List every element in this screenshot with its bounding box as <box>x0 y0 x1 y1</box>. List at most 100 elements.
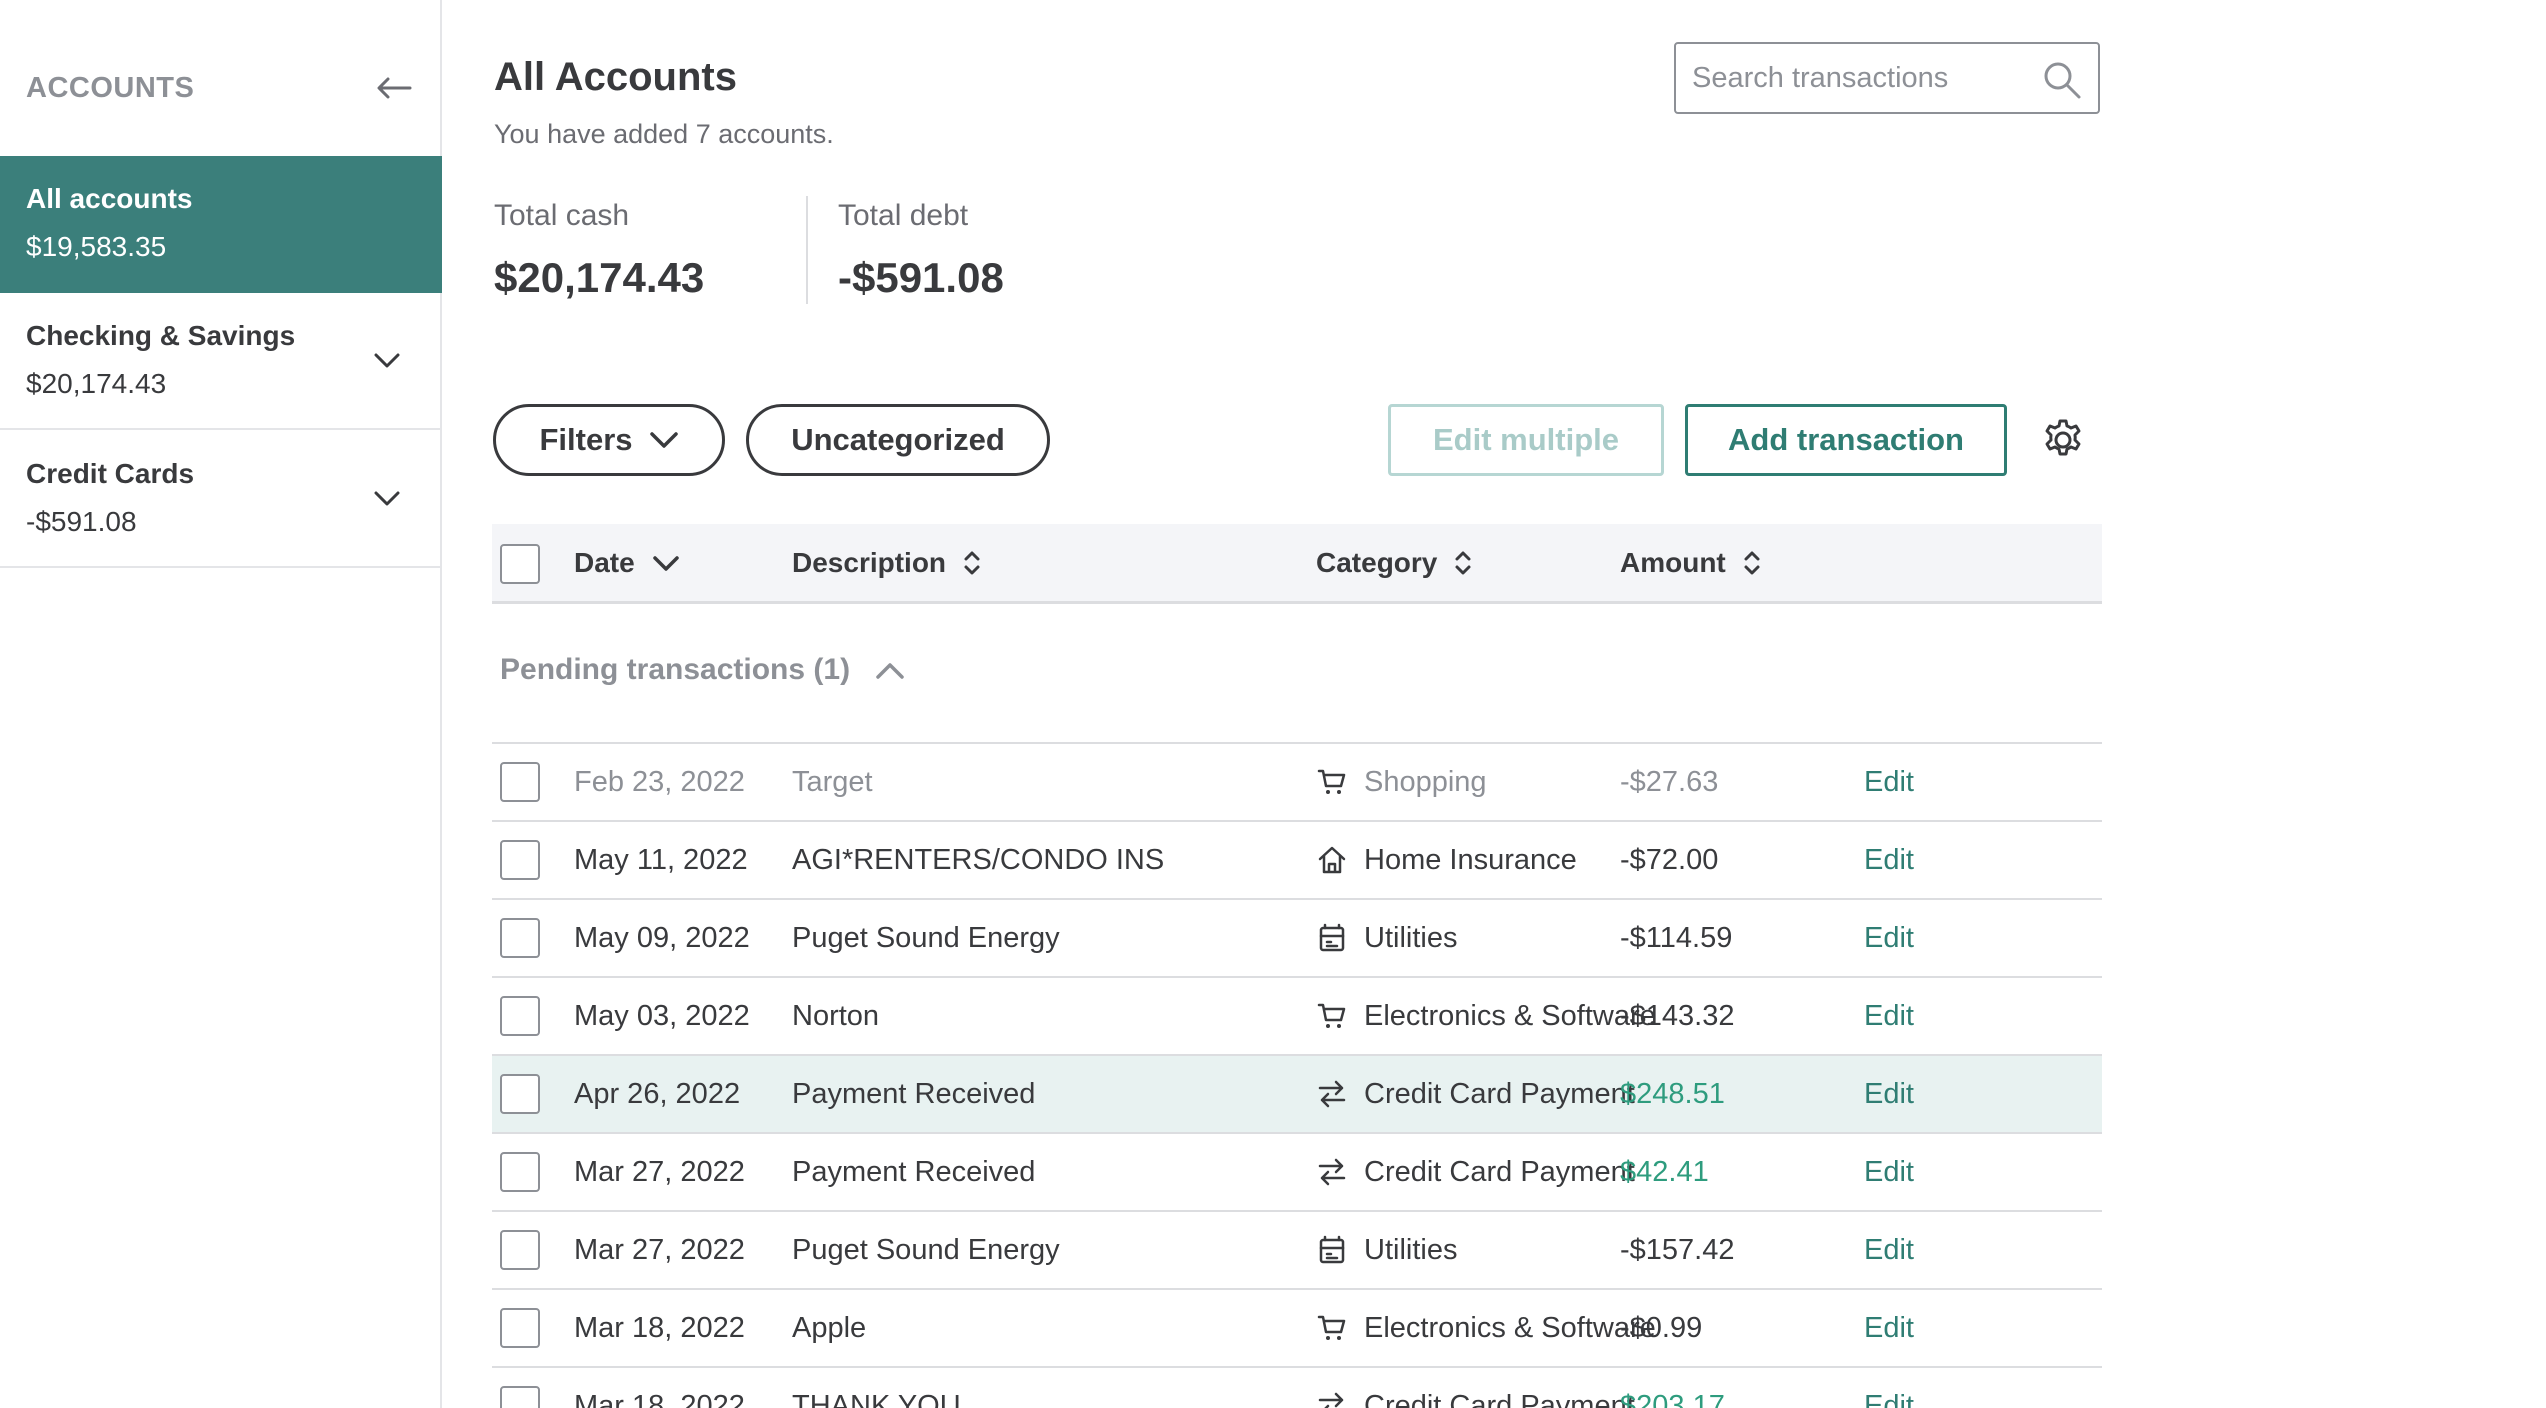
row-date: Mar 27, 2022 <box>574 1234 745 1266</box>
filters-label: Filters <box>539 422 633 457</box>
column-header-amount[interactable]: Amount <box>1620 524 1762 602</box>
row-date: May 09, 2022 <box>574 922 750 954</box>
row-amount: -$27.63 <box>1620 766 1719 798</box>
sidebar-item-credit-cards[interactable]: Credit Cards -$591.08 <box>0 431 442 568</box>
chevron-down-icon[interactable] <box>372 345 402 375</box>
row-category-label: Credit Card Payment <box>1364 1390 1635 1408</box>
add-transaction-button[interactable]: Add transaction <box>1685 404 2007 476</box>
row-checkbox[interactable] <box>500 762 540 802</box>
row-description: Target <box>792 766 873 798</box>
pending-label: Pending transactions (1) <box>500 653 851 686</box>
total-cash-stat: Total cash $20,174.43 <box>494 196 704 304</box>
table-row[interactable]: Mar 27, 2022 Puget Sound Energy Utilities -… <box>492 1212 2102 1290</box>
edit-multiple-button[interactable]: Edit multiple <box>1388 404 1664 476</box>
table-row[interactable]: May 11, 2022 AGI*RENTERS/CONDO INS Home In… <box>492 822 2102 900</box>
row-checkbox[interactable] <box>500 996 540 1036</box>
select-all-checkbox[interactable] <box>500 544 540 584</box>
edit-link[interactable]: Edit <box>1864 1056 1914 1132</box>
row-amount: $203.17 <box>1620 1390 1725 1408</box>
chevron-down-icon[interactable] <box>372 483 402 513</box>
table-row[interactable]: Mar 18, 2022 THANK YOU Credit Card Payment… <box>492 1368 2102 1408</box>
edit-link[interactable]: Edit <box>1864 744 1914 820</box>
row-category: Credit Card Payment <box>1316 1134 1635 1210</box>
gear-icon[interactable] <box>2040 417 2086 463</box>
column-label: Category <box>1316 547 1438 578</box>
row-category: Shopping <box>1316 744 1487 820</box>
edit-link[interactable]: Edit <box>1864 822 1914 898</box>
row-checkbox[interactable] <box>500 1074 540 1114</box>
column-label: Amount <box>1620 547 1726 578</box>
column-label: Date <box>574 547 635 578</box>
table-row[interactable]: Feb 23, 2022 Target Shopping -$27.63 Edit <box>492 744 2102 822</box>
row-description: Puget Sound Energy <box>792 922 1060 954</box>
table-row[interactable]: May 09, 2022 Puget Sound Energy Utilities -… <box>492 900 2102 978</box>
chevron-down-icon <box>649 430 679 450</box>
row-category-label: Utilities <box>1364 1234 1458 1266</box>
row-date: Mar 18, 2022 <box>574 1312 745 1344</box>
accounts-sidebar: ACCOUNTS All accounts $19,583.35 Checkin… <box>0 0 442 1408</box>
row-date: Mar 18, 2022 <box>574 1390 745 1408</box>
row-description: AGI*RENTERS/CONDO INS <box>792 844 1165 876</box>
cart-icon <box>1316 766 1348 798</box>
sort-icon <box>1453 549 1473 577</box>
edit-link[interactable]: Edit <box>1864 1290 1914 1366</box>
table-row[interactable]: May 03, 2022 Norton Electronics & Software… <box>492 978 2102 1056</box>
row-checkbox[interactable] <box>500 918 540 958</box>
search-input[interactable] <box>1692 44 2032 112</box>
edit-link[interactable]: Edit <box>1864 978 1914 1054</box>
row-description: Norton <box>792 1000 880 1032</box>
uncategorized-button[interactable]: Uncategorized <box>746 404 1050 476</box>
row-checkbox[interactable] <box>500 1308 540 1348</box>
collapse-arrow-icon[interactable] <box>372 70 416 106</box>
row-category-label: Home Insurance <box>1364 844 1577 876</box>
row-checkbox[interactable] <box>500 1230 540 1270</box>
row-date: May 11, 2022 <box>574 844 748 876</box>
sidebar-item-checking-savings[interactable]: Checking & Savings $20,174.43 <box>0 293 442 430</box>
utilities-icon <box>1316 1234 1348 1266</box>
column-header-date[interactable]: Date <box>574 524 681 602</box>
edit-multiple-label: Edit multiple <box>1433 422 1619 457</box>
edit-link[interactable]: Edit <box>1864 900 1914 976</box>
row-amount: -$143.32 <box>1620 1000 1735 1032</box>
table-row[interactable]: Mar 27, 2022 Payment Received Credit Card … <box>492 1134 2102 1212</box>
row-checkbox[interactable] <box>500 840 540 880</box>
row-category-label: Shopping <box>1364 766 1487 798</box>
transfer-icon <box>1316 1390 1348 1408</box>
total-debt-stat: Total debt -$591.08 <box>838 196 1004 304</box>
row-description: Payment Received <box>792 1156 1036 1188</box>
row-amount: $42.41 <box>1620 1156 1709 1188</box>
transfer-icon <box>1316 1156 1348 1188</box>
row-amount: -$157.42 <box>1620 1234 1735 1266</box>
search-icon[interactable] <box>2042 60 2082 100</box>
column-header-category[interactable]: Category <box>1316 524 1473 602</box>
table-header: Date Description Category Amount <box>492 524 2102 604</box>
edit-link[interactable]: Edit <box>1864 1212 1914 1288</box>
row-date: Apr 26, 2022 <box>574 1078 741 1110</box>
sidebar-item-amount: $19,583.35 <box>26 231 167 262</box>
stat-divider <box>806 196 808 304</box>
chevron-down-icon <box>651 553 681 573</box>
table-row[interactable]: Mar 18, 2022 Apple Electronics & Software -… <box>492 1290 2102 1368</box>
row-checkbox[interactable] <box>500 1152 540 1192</box>
sidebar-item-all-accounts[interactable]: All accounts $19,583.35 <box>0 156 442 293</box>
row-amount: $248.51 <box>1620 1078 1725 1110</box>
edit-link[interactable]: Edit <box>1864 1134 1914 1210</box>
row-category-label: Credit Card Payment <box>1364 1156 1635 1188</box>
column-header-description[interactable]: Description <box>792 524 982 602</box>
row-description: Puget Sound Energy <box>792 1234 1060 1266</box>
filters-button[interactable]: Filters <box>493 404 725 476</box>
total-debt-label: Total debt <box>838 199 969 232</box>
uncategorized-label: Uncategorized <box>791 422 1005 457</box>
row-description: Payment Received <box>792 1078 1036 1110</box>
transactions-list: Feb 23, 2022 Target Shopping -$27.63 Edit May… <box>492 744 2102 1408</box>
row-checkbox[interactable] <box>500 1386 540 1408</box>
chevron-up-icon <box>874 659 906 681</box>
table-row[interactable]: Apr 26, 2022 Payment Received Credit Card … <box>492 1056 2102 1134</box>
row-amount: -$72.00 <box>1620 844 1719 876</box>
sidebar-header: ACCOUNTS <box>26 70 416 106</box>
row-date: Mar 27, 2022 <box>574 1156 745 1188</box>
pending-transactions-toggle[interactable]: Pending transactions (1) <box>500 648 906 692</box>
edit-link[interactable]: Edit <box>1864 1368 1914 1408</box>
row-category: Credit Card Payment <box>1316 1368 1635 1408</box>
row-category-label: Electronics & Software <box>1364 1000 1656 1032</box>
